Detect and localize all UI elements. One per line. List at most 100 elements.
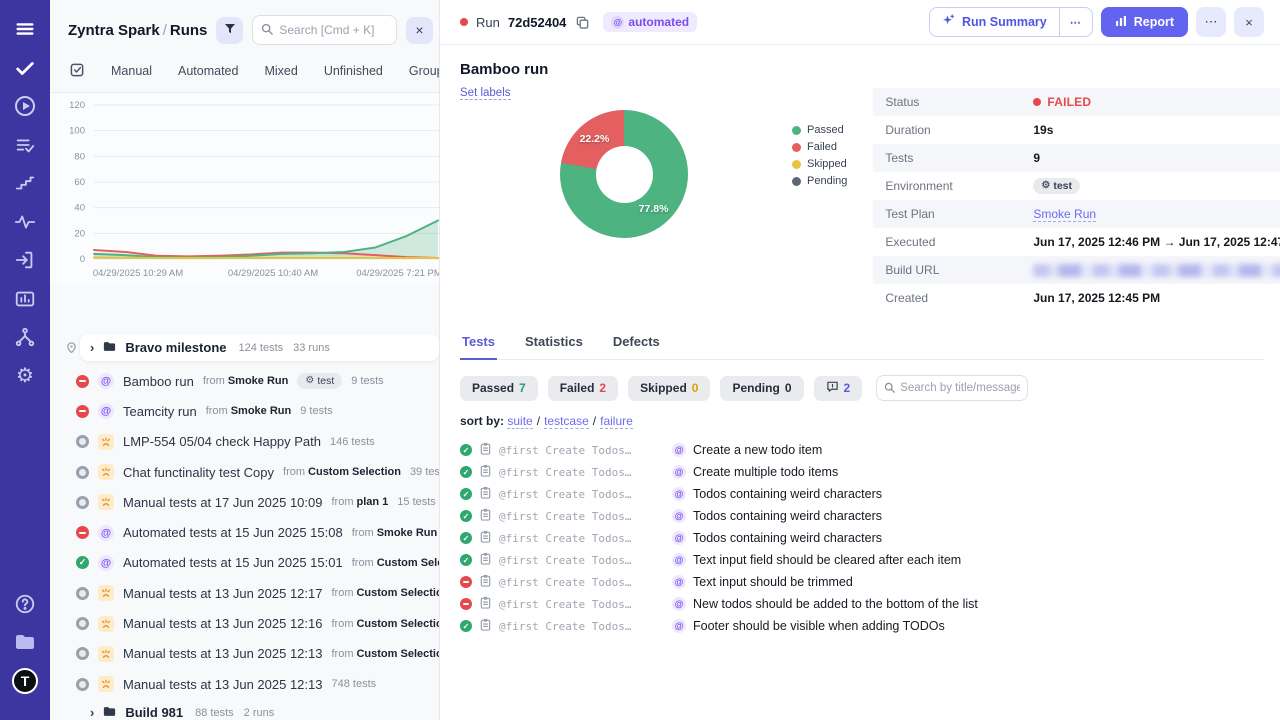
projects-folder-icon[interactable] <box>12 629 38 655</box>
test-status-failed-icon <box>460 576 472 588</box>
chevron-right-icon[interactable]: › <box>90 341 94 354</box>
test-row[interactable]: @first Create Todos…@Text input should b… <box>460 571 1264 593</box>
menu-icon[interactable] <box>12 16 38 42</box>
run-summary-button[interactable]: Run Summary <box>930 8 1059 36</box>
legend-dot-failed <box>792 143 801 152</box>
status-unfinished-icon <box>76 587 89 600</box>
test-row[interactable]: @first Create Todos…@Todos containing we… <box>460 527 1264 549</box>
test-row[interactable]: @first Create Todos…@Todos containing we… <box>460 483 1264 505</box>
filter-passed-button[interactable]: Passed7 <box>460 376 538 401</box>
run-list-item[interactable]: Manual tests at 13 Jun 2025 12:16 fromCu… <box>64 608 439 638</box>
automated-icon: @ <box>672 509 686 523</box>
sort-by-suite-link[interactable]: suite <box>507 414 532 429</box>
test-search[interactable] <box>876 375 1028 401</box>
run-overview: 77.8%22.2% Passed Failed Skipped Pending… <box>460 110 1264 312</box>
tab-manual[interactable]: Manual <box>111 64 152 78</box>
reports-barchart-icon[interactable] <box>12 286 38 312</box>
filter-button[interactable] <box>216 17 243 44</box>
run-list-item[interactable]: Manual tests at 13 Jun 2025 12:13 748 te… <box>64 669 439 699</box>
run-list-item[interactable]: Manual tests at 13 Jun 2025 12:17 fromCu… <box>64 578 439 608</box>
run-summary-more-button[interactable]: ⋯ <box>1059 8 1092 36</box>
milestones-steps-icon[interactable] <box>12 170 38 196</box>
breadcrumb-project[interactable]: Zyntra Spark <box>68 22 160 39</box>
copy-run-id-button[interactable] <box>576 16 589 29</box>
test-suite-name: @first Create Todos… <box>499 576 665 589</box>
collapse-panel-button[interactable]: × <box>406 17 433 44</box>
tab-unfinished[interactable]: Unfinished <box>324 64 383 78</box>
run-list-item[interactable]: @ Automated tests at 15 Jun 2025 15:01 f… <box>64 548 439 578</box>
test-plan-link[interactable]: Smoke Run <box>1033 207 1096 222</box>
clipboard-icon <box>479 574 492 590</box>
manual-run-icon <box>98 676 114 692</box>
legend-item: Failed <box>792 141 847 153</box>
run-group-build-981[interactable]: › Build 981 88 tests2 runs <box>80 699 439 720</box>
group-counts: 88 tests2 runs <box>195 707 284 719</box>
run-list-item[interactable]: Chat functinality test Copy fromCustom S… <box>64 457 439 487</box>
run-from: fromCustom Selection <box>331 618 439 630</box>
clipboard-icon <box>479 618 492 634</box>
import-signin-icon[interactable] <box>12 247 38 273</box>
filter-pending-button[interactable]: Pending0 <box>720 376 803 401</box>
analytics-pulse-icon[interactable] <box>12 209 38 235</box>
run-group-bravo[interactable]: › Bravo milestone 124 tests33 runs <box>80 334 439 361</box>
tab-tests[interactable]: Tests <box>460 330 497 360</box>
environment-badge: ⚙test <box>297 373 342 389</box>
test-row[interactable]: @first Create Todos…@New todos should be… <box>460 593 1264 615</box>
test-title: Create a new todo item <box>693 443 822 457</box>
test-row[interactable]: @first Create Todos…@Todos containing we… <box>460 505 1264 527</box>
report-button[interactable]: Report <box>1101 7 1188 37</box>
run-test-count: 9 tests <box>300 405 332 417</box>
automated-icon: @ <box>672 553 686 567</box>
clipboard-icon <box>479 442 492 458</box>
run-list-item[interactable]: LMP-554 05/04 check Happy Path 146 tests <box>64 427 439 457</box>
run-title: Manual tests at 13 Jun 2025 12:17 <box>123 586 322 601</box>
app-logo[interactable]: T <box>12 668 38 694</box>
run-from: fromSmoke Run <box>203 375 289 387</box>
test-row[interactable]: @first Create Todos…@Footer should be vi… <box>460 615 1264 637</box>
plans-list-icon[interactable] <box>12 132 38 158</box>
group-name: Build 981 <box>125 705 183 720</box>
tab-mixed[interactable]: Mixed <box>264 64 297 78</box>
settings-gear-icon[interactable]: ⚙ <box>12 363 38 389</box>
tab-automated[interactable]: Automated <box>178 64 238 78</box>
tab-groups[interactable]: Groups <box>409 64 440 78</box>
filter-comments-button[interactable]: 2 <box>814 376 863 401</box>
run-list-item[interactable]: @ Teamcity run fromSmoke Run 9 tests <box>64 396 439 426</box>
runs-play-icon[interactable] <box>12 93 38 119</box>
branches-icon[interactable] <box>12 324 38 350</box>
sort-by-testcase-link[interactable]: testcase <box>544 414 589 429</box>
run-list-item[interactable]: @ Bamboo run fromSmoke Run ⚙test 9 tests <box>64 366 439 396</box>
run-test-count: 748 tests <box>331 678 376 690</box>
runs-search[interactable] <box>252 15 397 45</box>
runs-search-input[interactable] <box>279 23 388 37</box>
test-row[interactable]: @first Create Todos…@Text input field sh… <box>460 549 1264 571</box>
tab-statistics[interactable]: Statistics <box>523 330 585 359</box>
ai-sparkle-icon <box>942 14 955 30</box>
svg-text:04/29/2025 10:29 AM: 04/29/2025 10:29 AM <box>93 268 183 279</box>
chevron-right-icon[interactable]: › <box>90 706 94 719</box>
filter-skipped-button[interactable]: Skipped0 <box>628 376 710 401</box>
tests-check-icon[interactable] <box>12 55 38 81</box>
test-search-input[interactable] <box>900 382 1020 394</box>
close-run-button[interactable]: × <box>1234 7 1264 37</box>
run-list-item[interactable]: Manual tests at 17 Jun 2025 10:09 frompl… <box>64 487 439 517</box>
more-actions-button[interactable]: ⋯ <box>1196 7 1226 37</box>
automated-run-icon: @ <box>98 555 114 571</box>
breadcrumb-page: Runs <box>170 22 208 39</box>
build-url-redacted <box>1033 264 1280 277</box>
app-root: ⚙ T Zyntra Spark/Runs × Manual Automated… <box>0 0 1280 720</box>
set-labels-link[interactable]: Set labels <box>460 87 511 100</box>
tab-defects[interactable]: Defects <box>611 330 662 359</box>
test-status-passed-icon <box>460 510 472 522</box>
run-list-item[interactable]: Manual tests at 13 Jun 2025 12:13 fromCu… <box>64 639 439 669</box>
test-row[interactable]: @first Create Todos…@Create multiple tod… <box>460 461 1264 483</box>
test-row[interactable]: @first Create Todos…@Create a new todo i… <box>460 439 1264 461</box>
legend-dot-pending <box>792 177 801 186</box>
run-list-item[interactable]: @ Automated tests at 15 Jun 2025 15:08 f… <box>64 517 439 547</box>
sort-by-failure-link[interactable]: failure <box>600 414 633 429</box>
run-detail-tabs: Tests Statistics Defects <box>460 330 1264 360</box>
select-checkbox-icon[interactable] <box>70 62 85 80</box>
status-failed-icon <box>76 526 89 539</box>
help-icon[interactable] <box>12 591 38 617</box>
filter-failed-button[interactable]: Failed2 <box>548 376 618 401</box>
